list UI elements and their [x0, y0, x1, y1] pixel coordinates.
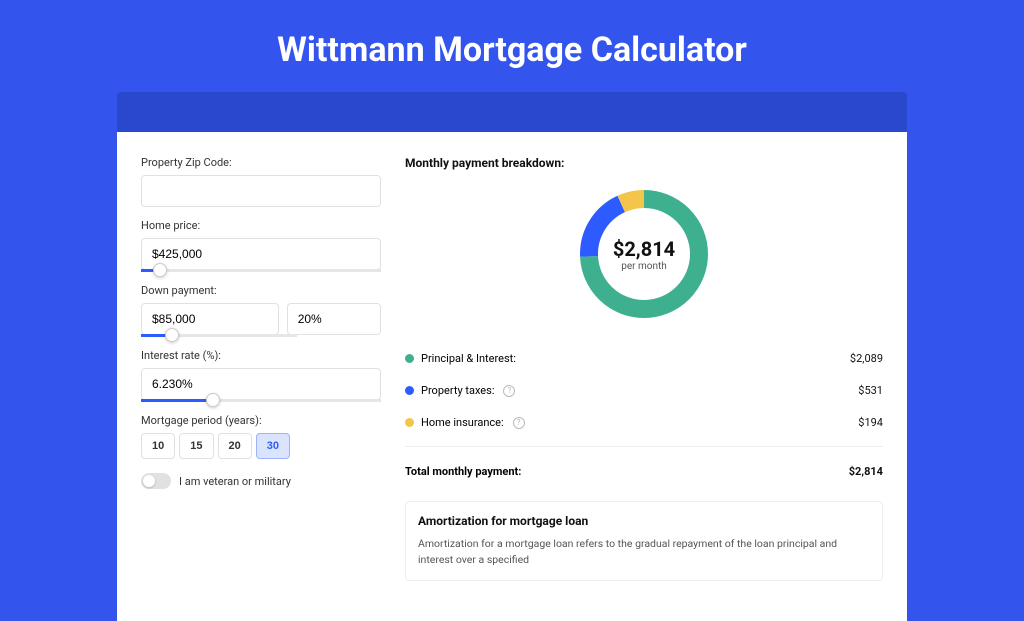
interest-rate-input[interactable] [141, 368, 381, 400]
legend-row: Principal & Interest: $2,089 [405, 342, 883, 374]
donut-chart: $2,814 per month [574, 184, 714, 324]
slider-thumb[interactable] [165, 328, 179, 342]
legend-label: Property taxes: [421, 384, 494, 397]
down-payment-field-group: Down payment: [141, 284, 381, 337]
interest-rate-field-group: Interest rate (%): [141, 349, 381, 402]
legend-label: Principal & Interest: [421, 352, 516, 365]
home-price-input[interactable] [141, 238, 381, 270]
legend-total-label: Total monthly payment: [405, 465, 521, 478]
info-icon[interactable]: ? [513, 417, 525, 429]
zip-label: Property Zip Code: [141, 156, 381, 169]
interest-rate-slider[interactable] [141, 399, 381, 402]
veteran-label: I am veteran or military [179, 475, 291, 488]
veteran-row: I am veteran or military [141, 473, 381, 489]
period-button-30[interactable]: 30 [256, 433, 290, 459]
legend-value: $2,089 [850, 352, 883, 365]
info-icon[interactable]: ? [503, 385, 515, 397]
period-button-20[interactable]: 20 [218, 433, 252, 459]
legend-total-row: Total monthly payment: $2,814 [405, 455, 883, 487]
donut-chart-wrap: $2,814 per month [405, 184, 883, 324]
amortization-card: Amortization for mortgage loan Amortizat… [405, 501, 883, 581]
breakdown-panel: Monthly payment breakdown: $2,814 per mo… [405, 156, 883, 581]
legend-dot [405, 418, 414, 427]
legend-dot [405, 386, 414, 395]
down-payment-amount-input[interactable] [141, 303, 279, 335]
breakdown-header: Monthly payment breakdown: [405, 156, 883, 170]
donut-sub: per month [621, 261, 667, 272]
page-title: Wittmann Mortgage Calculator [0, 30, 1024, 70]
amort-text: Amortization for a mortgage loan refers … [418, 536, 870, 568]
form-panel: Property Zip Code: Home price: Down paym… [141, 156, 381, 581]
legend-value: $531 [858, 384, 883, 397]
veteran-toggle[interactable] [141, 473, 171, 489]
legend-total-value: $2,814 [849, 465, 883, 478]
period-label: Mortgage period (years): [141, 414, 381, 427]
slider-thumb[interactable] [153, 263, 167, 277]
period-buttons: 10152030 [141, 433, 381, 459]
period-field-group: Mortgage period (years): 10152030 [141, 414, 381, 459]
legend-row: Property taxes:? $531 [405, 374, 883, 406]
down-payment-slider[interactable] [141, 334, 297, 337]
home-price-slider[interactable] [141, 269, 381, 272]
period-button-15[interactable]: 15 [179, 433, 213, 459]
legend-label: Home insurance: [421, 416, 504, 429]
hero-band [117, 92, 907, 132]
zip-field-group: Property Zip Code: [141, 156, 381, 207]
amort-title: Amortization for mortgage loan [418, 514, 870, 528]
home-price-label: Home price: [141, 219, 381, 232]
toggle-knob [143, 475, 155, 487]
legend-dot [405, 354, 414, 363]
period-button-10[interactable]: 10 [141, 433, 175, 459]
down-payment-pct-input[interactable] [287, 303, 381, 335]
home-price-field-group: Home price: [141, 219, 381, 272]
legend: Principal & Interest: $2,089 Property taxe… [405, 342, 883, 438]
slider-thumb[interactable] [206, 393, 220, 407]
legend-value: $194 [858, 416, 883, 429]
legend-row: Home insurance:? $194 [405, 406, 883, 438]
down-payment-label: Down payment: [141, 284, 381, 297]
divider [405, 446, 883, 447]
interest-rate-label: Interest rate (%): [141, 349, 381, 362]
calculator-card: Property Zip Code: Home price: Down paym… [117, 132, 907, 621]
zip-input[interactable] [141, 175, 381, 207]
donut-total-amount: $2,814 [613, 237, 675, 261]
